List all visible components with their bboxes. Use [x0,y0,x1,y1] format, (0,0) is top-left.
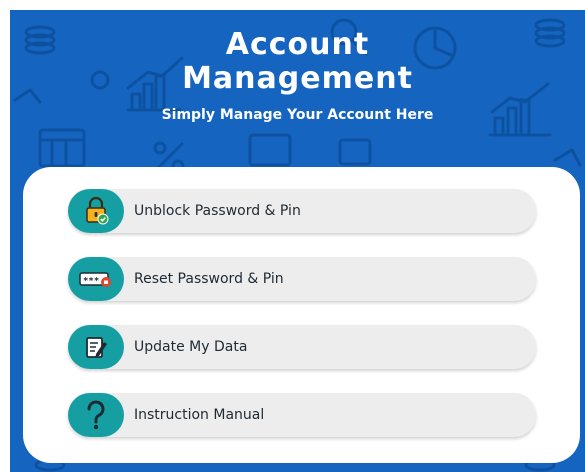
menu-item-reset-password-pin[interactable]: *** Reset Password & Pin [68,257,536,301]
menu-item-label: Reset Password & Pin [134,271,284,287]
menu-card: Unblock Password & Pin *** Reset Passwor… [23,167,580,463]
menu-item-update-my-data[interactable]: Update My Data [68,325,536,369]
menu-item-label: Instruction Manual [134,407,265,423]
menu-item-unblock-password-pin[interactable]: Unblock Password & Pin [68,189,536,233]
edit-document-icon [68,325,124,369]
menu-item-label: Unblock Password & Pin [134,203,301,219]
svg-text:***: *** [83,277,99,287]
header: Account Management Simply Manage Your Ac… [10,28,585,124]
password-field-icon: *** [68,257,124,301]
page-title: Account Management [182,27,413,96]
padlock-check-icon [68,189,124,233]
account-management-screen: Account Management Simply Manage Your Ac… [10,10,585,472]
menu-item-label: Update My Data [134,339,248,355]
arrow-icon [553,148,582,167]
page-subtitle: Simply Manage Your Account Here [161,107,434,123]
question-mark-icon [68,393,124,437]
menu-item-instruction-manual[interactable]: Instruction Manual [68,393,536,437]
calendar-icon [38,128,86,168]
